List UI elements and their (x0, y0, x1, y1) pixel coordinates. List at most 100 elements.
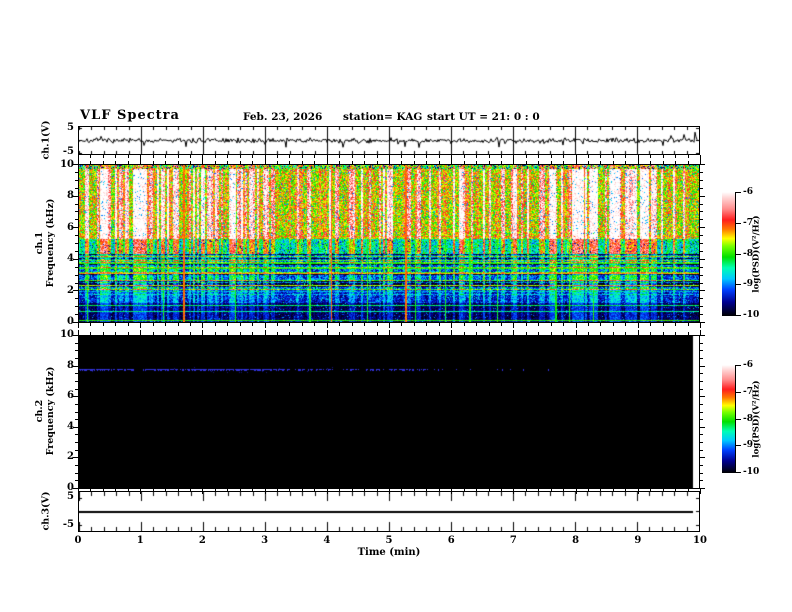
axis-tick (377, 489, 378, 492)
ch1-voltage-tick-label: -5 (62, 146, 74, 157)
axis-tick (75, 389, 78, 390)
axis-tick (700, 211, 703, 212)
axis-tick (563, 323, 564, 326)
ch1-frequency-tick-label: 0 (67, 316, 74, 327)
colorbar2-tick-label: -10 (743, 467, 760, 477)
axis-tick (327, 323, 328, 328)
time-tick-label: 9 (634, 535, 642, 546)
ch2-spectrogram (79, 336, 699, 488)
axis-tick (389, 489, 390, 494)
time-tick-label: 10 (693, 535, 707, 546)
axis-tick (663, 155, 664, 158)
axis-tick (476, 155, 477, 158)
axis-tick (401, 489, 402, 492)
axis-tick (314, 161, 315, 164)
axis-tick (190, 161, 191, 164)
axis-tick (600, 332, 601, 335)
axis-tick (90, 332, 91, 335)
axis-tick (414, 155, 415, 158)
ch3-voltage-panel (78, 491, 700, 532)
axis-tick (364, 155, 365, 158)
axis-tick (700, 188, 703, 189)
axis-tick (736, 365, 741, 366)
ch1-frequency-tick-label: 4 (67, 253, 74, 264)
axis-tick (240, 332, 241, 335)
axis-tick (563, 332, 564, 335)
axis-tick (75, 306, 78, 307)
time-axis-title: Time (min) (357, 547, 421, 558)
axis-tick (426, 323, 427, 326)
ch1-voltage-waveform (79, 127, 699, 154)
axis-tick (327, 489, 328, 494)
axis-tick (700, 322, 705, 323)
axis-tick (75, 314, 78, 315)
axis-tick (252, 155, 253, 158)
axis-tick (215, 155, 216, 158)
axis-tick (78, 155, 79, 160)
axis-tick (265, 330, 266, 335)
axis-tick (75, 465, 78, 466)
axis-tick (736, 472, 741, 473)
axis-tick (551, 161, 552, 164)
axis-tick (538, 161, 539, 164)
axis-tick (700, 373, 703, 374)
axis-tick (426, 155, 427, 158)
axis-tick (140, 323, 141, 328)
axis-tick (513, 323, 514, 328)
axis-tick (736, 223, 741, 224)
axis-tick (700, 450, 703, 451)
axis-tick (190, 489, 191, 492)
axis-tick (327, 155, 328, 160)
axis-tick (700, 419, 703, 420)
axis-tick (352, 332, 353, 335)
axis-tick (75, 419, 78, 420)
axis-tick (215, 332, 216, 335)
axis-tick (650, 161, 651, 164)
vlf-spectra-figure: VLF Spectra Feb. 23, 2026 station= KAG s… (0, 0, 792, 612)
axis-tick (240, 323, 241, 326)
axis-tick (103, 489, 104, 492)
axis-tick (75, 442, 78, 443)
axis-tick (227, 155, 228, 158)
axis-tick (78, 489, 79, 494)
axis-tick (314, 323, 315, 326)
ch1-frequency-units: Frequency (kHz) (45, 198, 56, 288)
axis-tick (277, 489, 278, 492)
axis-tick (75, 358, 78, 359)
axis-tick (115, 332, 116, 335)
axis-tick (302, 489, 303, 492)
axis-tick (240, 155, 241, 158)
ch2-frequency-units: Frequency (kHz) (45, 366, 56, 456)
axis-tick (600, 489, 601, 492)
axis-tick (663, 332, 664, 335)
axis-tick (700, 290, 705, 291)
axis-tick (75, 267, 78, 268)
axis-tick (538, 332, 539, 335)
axis-tick (339, 332, 340, 335)
axis-tick (90, 323, 91, 326)
axis-tick (526, 489, 527, 492)
axis-tick (128, 155, 129, 158)
axis-tick (115, 489, 116, 492)
axis-tick (190, 155, 191, 158)
axis-tick (476, 332, 477, 335)
axis-tick (489, 489, 490, 492)
figure-date: Feb. 23, 2026 (243, 111, 323, 123)
axis-tick (252, 332, 253, 335)
axis-tick (215, 489, 216, 492)
axis-tick (700, 298, 703, 299)
axis-tick (90, 161, 91, 164)
axis-tick (377, 332, 378, 335)
axis-tick (736, 419, 741, 420)
axis-tick (401, 161, 402, 164)
axis-tick (563, 161, 564, 164)
colorbar1-tick-label: -9 (743, 279, 753, 289)
axis-tick (302, 332, 303, 335)
axis-tick (90, 489, 91, 492)
axis-tick (613, 489, 614, 492)
axis-tick (128, 161, 129, 164)
axis-tick (551, 155, 552, 158)
axis-tick (600, 155, 601, 158)
ch2-frequency-axis-title: ch.2 Frequency (kHz) (34, 367, 56, 456)
axis-tick (588, 323, 589, 326)
